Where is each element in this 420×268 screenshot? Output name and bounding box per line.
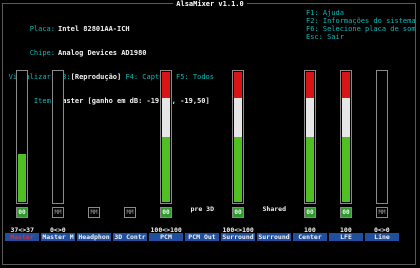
volume-fill-green [234, 137, 242, 202]
control-name-pcm-out-5[interactable]: PCM Out [185, 233, 219, 241]
help-panel: F1: Ajuda F2: Informações do sistema F6:… [306, 9, 416, 41]
view-playback[interactable]: [Reprodução] [71, 73, 122, 81]
control-name-center-8[interactable]: Center [293, 233, 327, 241]
volume-bar-master-m-1[interactable] [52, 70, 64, 204]
control-name-lfe-9[interactable]: LFE [329, 233, 363, 241]
card-value: Intel 82801AA-ICH [58, 25, 130, 33]
volume-fill-green [162, 137, 170, 202]
control-name-pcm-4[interactable]: PCM [149, 233, 183, 241]
view-label: Visualizar: [8, 73, 55, 81]
help-f2: F2: Informações do sistema [306, 17, 416, 25]
control-name-line-10[interactable]: Line [365, 233, 399, 241]
help-f6: F6: Selecione placa de som [306, 25, 416, 33]
item-label: Item: [33, 97, 55, 105]
control-name-surround-6[interactable]: Surround [221, 233, 255, 241]
chip-value: Analog Devices AD1980 [58, 49, 147, 57]
control-name-headphon-2[interactable]: Headphon [77, 233, 111, 241]
volume-bar-master-0[interactable] [16, 70, 28, 204]
control-extra-label-pcm-out-5: pre 3D [190, 205, 214, 213]
chip-label: Chipe: [29, 49, 55, 57]
volume-fill-green [342, 137, 350, 202]
help-esc: Esc: Sair [306, 33, 344, 41]
volume-fill-white [162, 98, 170, 137]
mute-toggle-line-10[interactable]: MM [376, 207, 388, 218]
volume-bar-line-10[interactable] [376, 70, 388, 204]
volume-bar-center-8[interactable] [304, 70, 316, 204]
mute-toggle-surround-6[interactable]: 00 [232, 207, 244, 218]
mute-toggle-lfe-9[interactable]: 00 [340, 207, 352, 218]
mute-toggle-master-m-1[interactable]: MM [52, 207, 64, 218]
volume-fill-green [306, 137, 314, 202]
volume-fill-green [18, 153, 26, 202]
app-title-text: AlsaMixer v1.1.0 [173, 0, 247, 8]
volume-bar-pcm-4[interactable] [160, 70, 172, 204]
control-name-surround-7[interactable]: Surround [257, 233, 291, 241]
mute-toggle-3d-contr-3[interactable]: MM [124, 207, 136, 218]
volume-fill-white [306, 98, 314, 137]
app-title: AlsaMixer v1.1.0 [0, 0, 420, 8]
volume-fill-red [342, 72, 350, 98]
mute-toggle-center-8[interactable]: 00 [304, 207, 316, 218]
info-panel: Placa: Intel 82801AA-ICH Chipe: Analog Dev… [4, 9, 214, 113]
help-f1: F1: Ajuda [306, 9, 344, 17]
volume-fill-red [234, 72, 242, 98]
item-value: Master [ganho em dB: -19,50, -19,50] [58, 97, 210, 105]
control-extra-label-surround-7: Shared [262, 205, 286, 213]
volume-fill-white [342, 98, 350, 137]
mute-toggle-pcm-4[interactable]: 00 [160, 207, 172, 218]
mute-toggle-master-0[interactable]: 00 [16, 207, 28, 218]
volume-bar-lfe-9[interactable] [340, 70, 352, 204]
control-name-3d-contr-3[interactable]: 3D Contr [113, 233, 147, 241]
control-name-master-m-1[interactable]: Master M [41, 233, 75, 241]
view-all[interactable]: F5: Todos [176, 73, 214, 81]
volume-fill-red [162, 72, 170, 98]
mute-toggle-headphon-2[interactable]: MM [88, 207, 100, 218]
card-label: Placa: [29, 25, 55, 33]
volume-bar-surround-6[interactable] [232, 70, 244, 204]
volume-fill-white [234, 98, 242, 137]
volume-fill-red [306, 72, 314, 98]
control-name-master-0[interactable]: Master [5, 233, 39, 241]
